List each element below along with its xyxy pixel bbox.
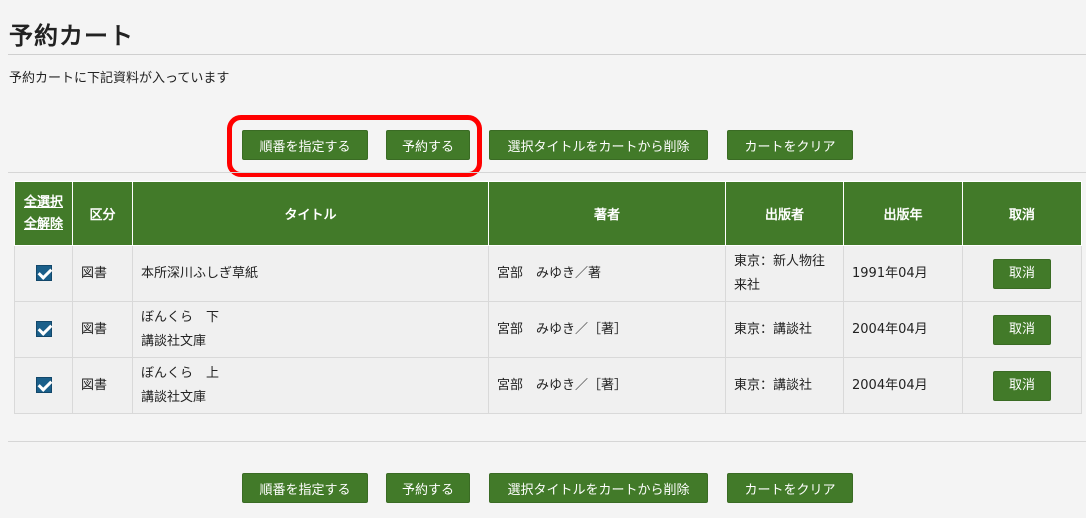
category-cell: 図書 [72, 357, 133, 414]
cancel-header: 取消 [962, 181, 1082, 246]
highlight-annotation [227, 115, 482, 177]
row-checkbox[interactable] [35, 321, 52, 337]
category-cell: 図書 [72, 245, 133, 302]
publisher-cell: 東京：講談社 [725, 357, 844, 414]
title-text: ぼんくら 上 [141, 365, 220, 381]
toolbar-divider-top [8, 172, 1086, 173]
category-cell: 図書 [72, 301, 133, 358]
clear-cart-button-top[interactable]: カートをクリア [727, 130, 853, 160]
year-header: 出版年 [843, 181, 963, 246]
top-toolbar: 順番を指定する 予約する 選択タイトルをカートから削除 カートをクリア [0, 130, 1086, 160]
table-row: 図書 本所深川ふしぎ草紙 宮部 みゆき／著 東京：新人物往 来社 1991年04… [14, 245, 1082, 302]
order-button-bottom[interactable]: 順番を指定する [242, 473, 368, 503]
category-header: 区分 [72, 181, 133, 246]
toolbar-divider-bottom [8, 441, 1086, 442]
title-text: ぼんくら 下 [141, 309, 220, 325]
title-header: タイトル [132, 181, 489, 246]
title-divider [8, 54, 1086, 55]
select-toggle-header: 全選択 全解除 [14, 181, 73, 246]
select-all-link[interactable]: 全選択 [15, 192, 72, 214]
reservation-cart-page: 予約カート 予約カートに下記資料が入っています 順番を指定する 予約する 選択タ… [0, 0, 1086, 518]
row-cancel-button[interactable]: 取消 [993, 314, 1051, 345]
table-header-row: 全選択 全解除 区分 タイトル 著者 出版者 出版年 取消 [14, 181, 1082, 246]
publisher-line: 東京：講談社 [734, 321, 813, 337]
author-cell: 宮部 みゆき／［著］ [488, 301, 726, 358]
author-cell: 宮部 みゆき／［著］ [488, 357, 726, 414]
title-cell: ぼんくら 下 講談社文庫 [132, 301, 489, 358]
table-row: 図書 ぼんくら 下 講談社文庫 宮部 みゆき／［著］ 東京：講談社 2004年0… [14, 301, 1082, 358]
page-subtitle: 予約カートに下記資料が入っています [9, 71, 230, 86]
page-title: 予約カート [9, 22, 134, 50]
title-cell: ぼんくら 上 講談社文庫 [132, 357, 489, 414]
publisher-cell: 東京：講談社 [725, 301, 844, 358]
year-cell: 1991年04月 [843, 245, 963, 302]
row-select-cell [14, 357, 73, 414]
remove-selected-button-bottom[interactable]: 選択タイトルをカートから削除 [489, 473, 708, 503]
row-select-cell [14, 301, 73, 358]
title-text: 本所深川ふしぎ草紙 [141, 265, 259, 281]
series-text: 講談社文庫 [141, 389, 207, 405]
publisher-line: 来社 [734, 277, 761, 293]
cancel-cell: 取消 [962, 301, 1082, 358]
author-header: 著者 [488, 181, 726, 246]
publisher-line: 東京：新人物往 [734, 253, 826, 269]
table-row: 図書 ぼんくら 上 講談社文庫 宮部 みゆき／［著］ 東京：講談社 2004年0… [14, 357, 1082, 414]
year-cell: 2004年04月 [843, 357, 963, 414]
clear-cart-button-bottom[interactable]: カートをクリア [727, 473, 853, 503]
title-cell: 本所深川ふしぎ草紙 [132, 245, 489, 302]
row-checkbox[interactable] [35, 377, 52, 393]
row-select-cell [14, 245, 73, 302]
year-cell: 2004年04月 [843, 301, 963, 358]
publisher-cell: 東京：新人物往 来社 [725, 245, 844, 302]
publisher-line: 東京：講談社 [734, 377, 813, 393]
row-cancel-button[interactable]: 取消 [993, 258, 1051, 289]
deselect-all-link[interactable]: 全解除 [15, 214, 72, 236]
cart-table: 全選択 全解除 区分 タイトル 著者 出版者 出版年 取消 図書 本所深川ふしぎ… [14, 181, 1082, 414]
author-cell: 宮部 みゆき／著 [488, 245, 726, 302]
row-checkbox[interactable] [35, 265, 52, 281]
bottom-toolbar: 順番を指定する 予約する 選択タイトルをカートから削除 カートをクリア [0, 473, 1086, 503]
reserve-button-bottom[interactable]: 予約する [386, 473, 470, 503]
series-text: 講談社文庫 [141, 333, 207, 349]
publisher-header: 出版者 [725, 181, 844, 246]
row-cancel-button[interactable]: 取消 [993, 370, 1051, 401]
remove-selected-button-top[interactable]: 選択タイトルをカートから削除 [489, 130, 708, 160]
cancel-cell: 取消 [962, 245, 1082, 302]
cancel-cell: 取消 [962, 357, 1082, 414]
